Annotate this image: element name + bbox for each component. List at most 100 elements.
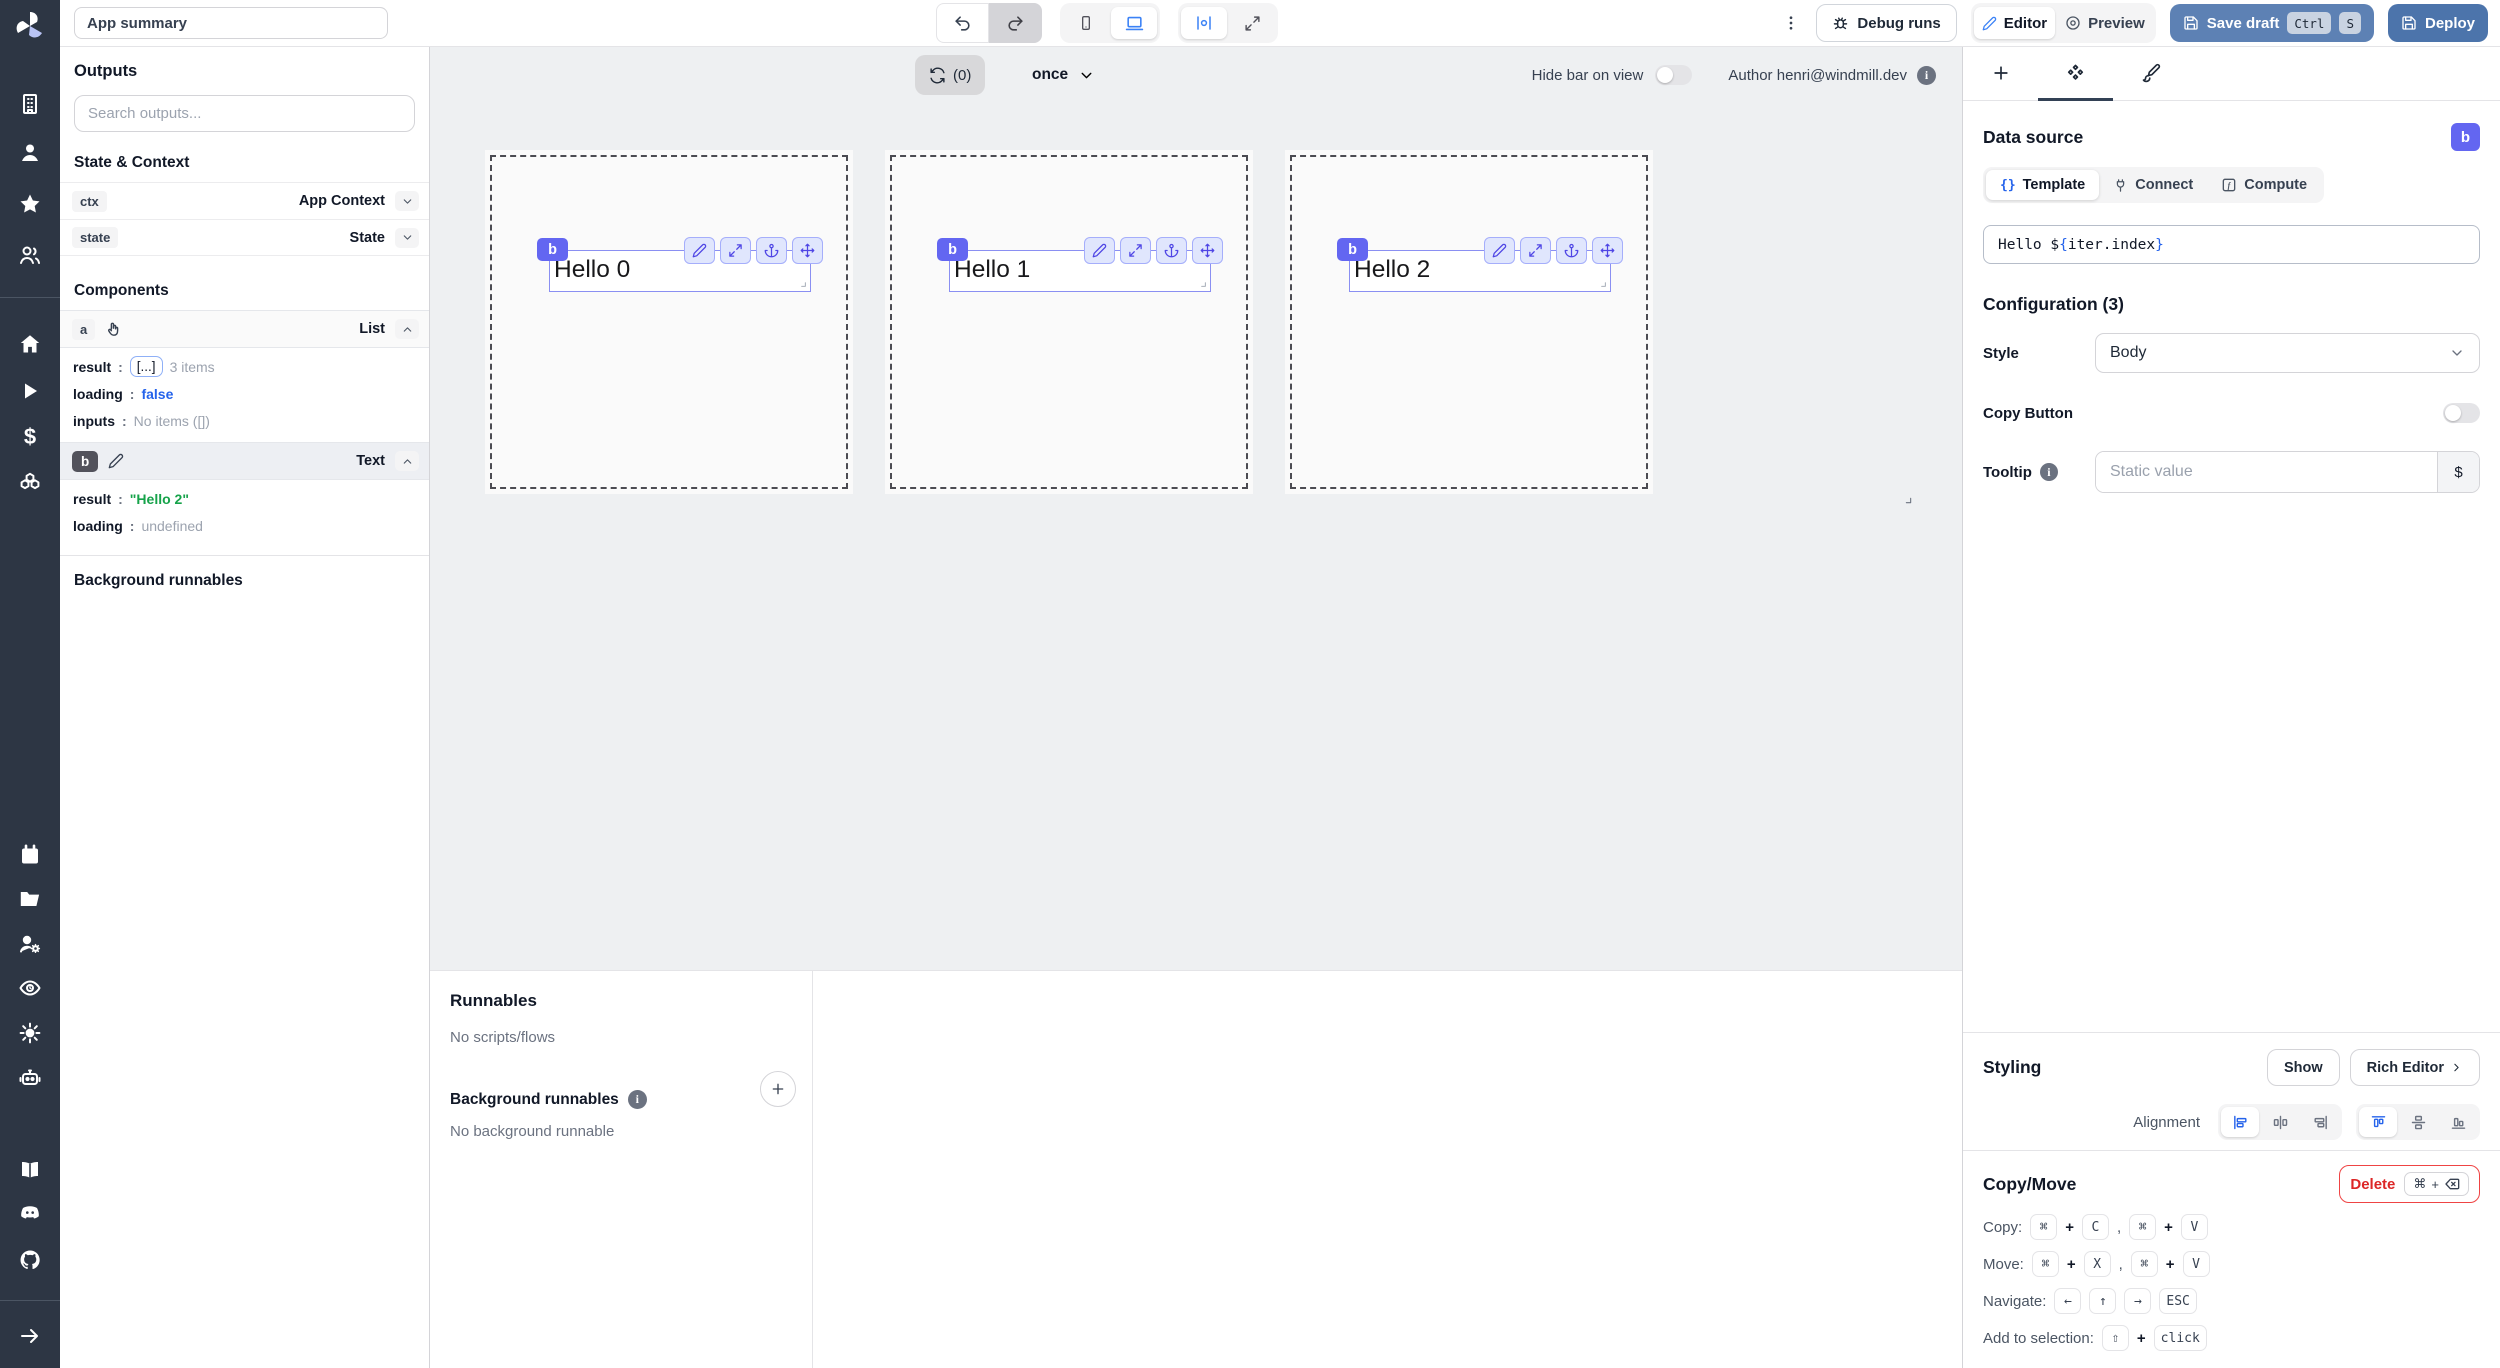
bot-icon[interactable] (18, 1066, 42, 1090)
folder-open-icon[interactable] (18, 887, 42, 911)
grid-cell[interactable]: b Hello 0 (485, 150, 853, 494)
docs-book-icon[interactable] (18, 1158, 42, 1182)
home-icon[interactable] (18, 332, 42, 356)
chevron-up-icon[interactable] (395, 451, 419, 471)
component-b-header[interactable]: b Text (60, 442, 429, 480)
show-styling-button[interactable]: Show (2266, 1049, 2340, 1086)
discord-icon[interactable] (18, 1201, 42, 1225)
users-icon[interactable] (18, 243, 42, 267)
more-menu-button[interactable] (1780, 12, 1802, 34)
info-icon[interactable] (627, 1090, 647, 1109)
grid-cell[interactable]: b Hello 1 (885, 150, 1253, 494)
array-preview-chip[interactable]: [...] (129, 356, 163, 377)
fullscreen-button[interactable] (1229, 7, 1275, 39)
app-summary-input[interactable] (74, 7, 388, 39)
ctx-row[interactable]: ctx App Context (60, 182, 429, 219)
user-icon[interactable] (18, 141, 42, 165)
row-resize-handle-icon[interactable] (1902, 494, 1915, 507)
undo-button[interactable] (936, 3, 989, 43)
workspace-icon[interactable] (18, 92, 42, 116)
deploy-button[interactable]: Deploy (2387, 4, 2488, 42)
align-center-h-button[interactable] (2261, 1107, 2299, 1137)
rich-editor-button[interactable]: Rich Editor (2349, 1049, 2480, 1086)
resize-handle-icon[interactable] (1198, 279, 1209, 290)
text-component[interactable]: b Hello 0 (537, 237, 823, 292)
calendar-icon[interactable] (18, 843, 42, 867)
anchor-component-button[interactable] (756, 237, 787, 264)
preview-tab[interactable]: Preview (2057, 7, 2153, 39)
anchor-component-button[interactable] (1556, 237, 1587, 264)
edit-component-button[interactable] (1484, 237, 1515, 264)
anchor-component-button[interactable] (1156, 237, 1187, 264)
theme-brush-tab[interactable] (2113, 46, 2188, 100)
style-select[interactable]: Body (2095, 333, 2480, 373)
play-icon[interactable] (18, 379, 42, 403)
refresh-loop-button[interactable]: (0) (915, 55, 986, 95)
redo-button[interactable] (989, 3, 1042, 43)
component-settings-tab[interactable] (2038, 46, 2113, 100)
hide-bar-toggle[interactable] (1655, 65, 1693, 85)
chevron-down-icon[interactable] (395, 227, 419, 248)
workers-icon[interactable] (18, 932, 42, 956)
move-component-button[interactable] (1192, 237, 1223, 264)
expand-component-button[interactable] (720, 237, 751, 264)
output-row[interactable]: loading : false (73, 380, 429, 407)
boxes-icon[interactable] (18, 471, 42, 495)
search-outputs-input[interactable] (74, 95, 415, 132)
move-component-button[interactable] (792, 237, 823, 264)
author-label: Author henri@windmill.dev (1728, 66, 1907, 84)
move-component-button[interactable] (1592, 237, 1623, 264)
expand-component-button[interactable] (1520, 237, 1551, 264)
chevron-down-icon[interactable] (395, 191, 419, 211)
template-tab[interactable]: {} Template (1986, 170, 2100, 200)
align-top-button[interactable] (2359, 1107, 2397, 1137)
tooltip-input[interactable] (2096, 452, 2437, 492)
align-right-button[interactable] (2301, 1107, 2339, 1137)
edit-component-button[interactable] (1084, 237, 1115, 264)
add-background-runnable-button[interactable] (760, 1071, 796, 1107)
output-row[interactable]: result : [...] 3 items (73, 353, 429, 380)
expand-rail-arrow-icon[interactable] (18, 1324, 42, 1348)
kbd-x: X (2083, 1251, 2111, 1277)
state-row[interactable]: state State (60, 219, 429, 256)
windmill-logo-icon[interactable] (12, 8, 48, 44)
component-a-header[interactable]: a List (60, 310, 429, 348)
audit-eye-icon[interactable] (18, 976, 42, 1000)
resize-handle-icon[interactable] (1598, 279, 1609, 290)
inspector-body: Data source b {} Template Connect f Comp… (1963, 123, 2500, 493)
connect-value-button[interactable]: $ (2437, 452, 2479, 492)
resize-handle-icon[interactable] (798, 279, 809, 290)
info-icon[interactable] (2039, 463, 2058, 481)
dollar-icon[interactable]: $ (18, 425, 42, 449)
copy-button-toggle[interactable] (2443, 403, 2480, 423)
refresh-mode-dropdown[interactable]: once (1026, 55, 1101, 95)
github-icon[interactable] (18, 1248, 42, 1272)
edit-component-button[interactable] (684, 237, 715, 264)
text-component[interactable]: b Hello 1 (937, 237, 1223, 292)
output-row[interactable]: result : "Hello 2" (73, 485, 429, 512)
template-expression-input[interactable]: Hello ${iter.index} (1983, 225, 2480, 264)
output-row[interactable]: inputs : No items ([]) (73, 407, 429, 434)
align-middle-v-button[interactable] (2399, 1107, 2437, 1137)
grid-cell[interactable]: b Hello 2 (1285, 150, 1653, 494)
chevron-up-icon[interactable] (395, 319, 419, 339)
spacing-view-button[interactable] (1181, 7, 1227, 39)
save-draft-button[interactable]: Save draft Ctrl S (2169, 4, 2374, 42)
debug-runs-button[interactable]: Debug runs (1816, 4, 1957, 42)
expand-component-button[interactable] (1120, 237, 1151, 264)
editor-tab[interactable]: Editor (1973, 7, 2056, 39)
plus: + (2065, 1218, 2074, 1236)
star-icon[interactable] (18, 192, 42, 216)
compute-tab[interactable]: f Compute (2207, 170, 2321, 200)
settings-gear-icon[interactable] (18, 1021, 42, 1045)
text-component[interactable]: b Hello 2 (1337, 237, 1623, 292)
info-icon[interactable] (1917, 65, 1936, 85)
align-left-button[interactable] (2221, 1107, 2259, 1137)
align-bottom-button[interactable] (2439, 1107, 2477, 1137)
connect-tab[interactable]: Connect (2099, 170, 2207, 200)
output-row[interactable]: loading : undefined (73, 512, 429, 539)
delete-component-button[interactable]: Delete ⌘ + (2339, 1165, 2480, 1203)
desktop-view-button[interactable] (1111, 7, 1157, 39)
insert-component-tab[interactable] (1963, 46, 2038, 100)
mobile-view-button[interactable] (1063, 7, 1109, 39)
